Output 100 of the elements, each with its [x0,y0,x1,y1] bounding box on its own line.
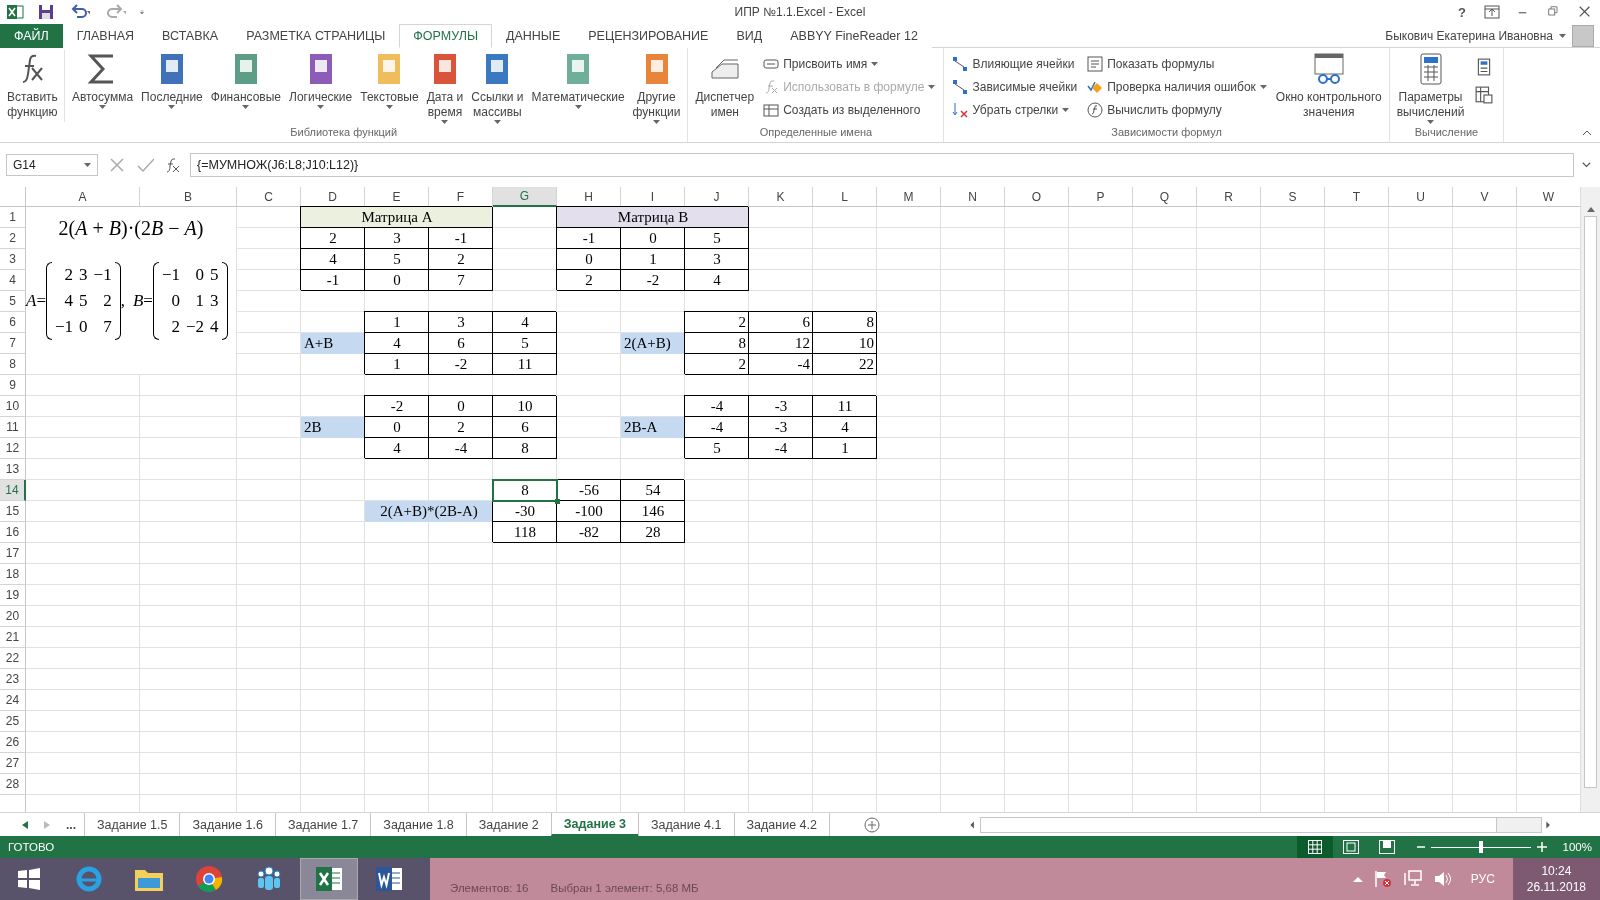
column-header[interactable]: C [237,187,301,207]
row-header[interactable]: 16 [0,522,26,543]
volume-icon[interactable] [1432,869,1453,889]
row-header[interactable]: 26 [0,732,26,753]
ribbon-button[interactable]: Проверка наличия ошибок [1087,76,1267,98]
taskbar-app[interactable] [300,858,358,900]
row-header[interactable]: 10 [0,396,26,417]
ribbon-button[interactable]: Последние [138,50,206,111]
show-hidden-icons-icon[interactable] [1352,876,1363,882]
zoom-in-icon[interactable] [1536,842,1547,852]
row-header[interactable]: 5 [0,291,26,312]
column-header[interactable]: T [1325,187,1389,207]
ribbon-button[interactable]: Финансовые [207,50,285,111]
column-header[interactable]: L [813,187,877,207]
sheet-tab[interactable]: Задание 3 [550,813,639,836]
column-header[interactable]: A [26,187,140,207]
column-header[interactable]: M [877,187,941,207]
flag-icon[interactable] [1372,869,1393,889]
row-header[interactable]: 6 [0,312,26,333]
fill-handle[interactable] [555,499,560,504]
row-header[interactable]: 12 [0,438,26,459]
column-header[interactable]: I [621,187,685,207]
horizontal-scrollbar[interactable] [980,816,1542,833]
ribbon-tab[interactable]: ФОРМУЛЫ [399,24,492,48]
column-header[interactable]: S [1261,187,1325,207]
column-header[interactable]: U [1389,187,1453,207]
column-header[interactable]: V [1453,187,1517,207]
slider-thumb[interactable] [1478,841,1483,853]
row-header[interactable]: 9 [0,375,26,396]
row-header[interactable]: 4 [0,270,26,291]
column-header[interactable]: G [493,187,557,207]
column-header[interactable]: N [941,187,1005,207]
row-header[interactable]: 28 [0,774,26,795]
close-icon[interactable] [1578,4,1592,20]
ribbon-button[interactable]: Создать из выделенного [763,99,936,121]
zoom-level[interactable]: 100% [1562,841,1592,853]
ribbon-button[interactable]: Логические [286,50,356,111]
row-header[interactable]: 23 [0,669,26,690]
ribbon-button[interactable]: Математические [528,50,628,111]
ribbon-tab[interactable]: ФАЙЛ [0,24,63,48]
ribbon-button[interactable]: Убрать стрелки [952,99,1078,121]
row-header[interactable]: 20 [0,606,26,627]
column-header[interactable]: O [1005,187,1069,207]
ribbon-button[interactable]: Текстовые [357,50,422,111]
ribbon-button[interactable]: Параметры вычислений [1393,50,1468,126]
vertical-scrollbar[interactable] [1580,187,1600,812]
column-header[interactable]: Q [1133,187,1197,207]
previous-sheet-icon[interactable] [22,820,28,829]
column-header[interactable]: P [1069,187,1133,207]
column-header[interactable]: K [749,187,813,207]
row-header[interactable]: 7 [0,333,26,354]
ribbon-button[interactable]: Показать формулы [1087,53,1267,75]
row-header[interactable]: 1 [0,207,26,228]
clock[interactable]: 10:24 26.11.2018 [1512,858,1600,900]
ribbon-button[interactable]: Влияющие ячейки [952,53,1078,75]
ribbon-button[interactable]: Дата и время [423,50,467,126]
column-header[interactable]: D [301,187,365,207]
help-button[interactable]: ? [1458,4,1466,20]
zoom-out-icon[interactable] [1416,843,1425,851]
row-header[interactable]: 13 [0,459,26,480]
ribbon-button[interactable]: Присвоить имя [763,53,936,75]
view-button[interactable] [1296,836,1333,858]
row-header[interactable]: 15 [0,501,26,522]
name-box[interactable]: G14 [6,154,98,176]
column-header[interactable]: B [140,187,237,207]
save-icon[interactable] [38,4,54,20]
ribbon-button[interactable]: Диспетчер имен [692,50,758,122]
ribbon-display-icon[interactable] [1484,4,1500,20]
ribbon-button[interactable]: Ссылки и массивы [468,50,527,126]
spreadsheet-app-icon[interactable] [6,4,24,20]
row-header[interactable]: 17 [0,543,26,564]
row-header[interactable]: 27 [0,753,26,774]
more-sheets-button[interactable]: ... [66,817,76,832]
row-header[interactable]: 22 [0,648,26,669]
row-header[interactable]: 8 [0,354,26,375]
row-header[interactable]: 21 [0,627,26,648]
row-header[interactable]: 14 [0,480,26,501]
check-icon[interactable] [134,157,154,173]
row-header[interactable]: 11 [0,417,26,438]
row-header[interactable]: 3 [0,249,26,270]
ribbon-button[interactable]: Окно контрольного значения [1272,50,1385,122]
row-header[interactable]: 24 [0,690,26,711]
row-header[interactable]: 2 [0,228,26,249]
column-header[interactable]: H [557,187,621,207]
ribbon-button[interactable]: Вставить функцию [4,50,65,122]
column-header[interactable]: F [429,187,493,207]
calculate-sheet-icon[interactable] [1475,86,1494,104]
user-name[interactable]: Быкович Екатерина Ивановна [1385,28,1553,43]
column-header[interactable]: J [685,187,749,207]
scroll-up-icon[interactable] [1586,207,1595,212]
ribbon-button[interactable]: Вычислить формулу [1087,99,1267,121]
column-header[interactable]: E [365,187,429,207]
add-sheet-icon[interactable] [863,816,880,833]
ribbon-button[interactable]: Зависимые ячейки [952,76,1078,98]
collapse-icon[interactable] [1582,130,1592,136]
column-header[interactable]: R [1197,187,1261,207]
row-header[interactable]: 25 [0,711,26,732]
row-header[interactable]: 19 [0,585,26,606]
formula-field[interactable]: {=МУМНОЖ(J6:L8;J10:L12)} [190,153,1574,177]
ribbon-button[interactable]: Автосумма [68,50,137,111]
